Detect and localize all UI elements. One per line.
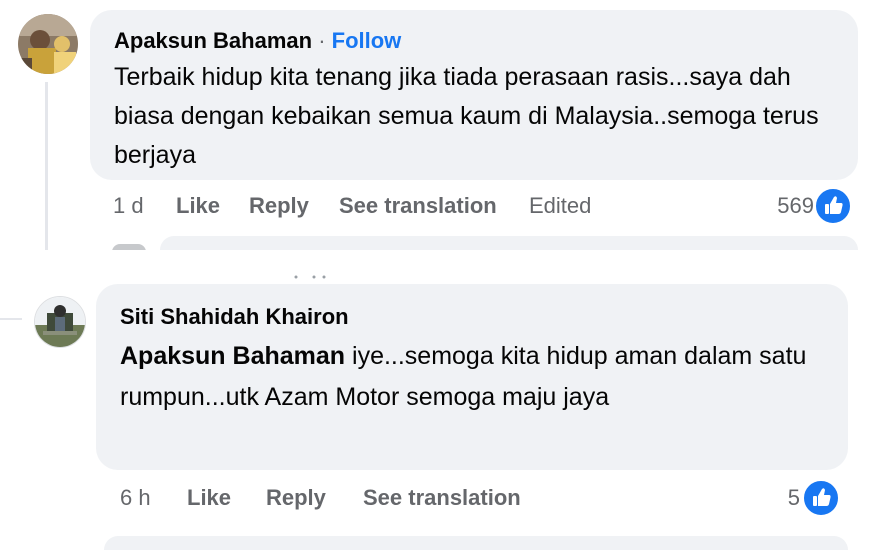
edited-label: Edited xyxy=(529,193,592,218)
comment-time[interactable]: 6 h xyxy=(120,485,151,511)
comment-text: Apaksun Bahaman iye...semoga kita hidup … xyxy=(120,336,836,418)
comment-actions: 6 h Like Reply See translation 5 xyxy=(0,479,874,517)
comment-text: Terbaik hidup kita tenang jika tiada per… xyxy=(114,63,819,169)
thumbs-up-icon xyxy=(814,187,852,225)
thread-line xyxy=(45,82,48,250)
comment-actions: 1 d Like Reply See translation Edited 56… xyxy=(0,187,874,225)
comment-author[interactable]: Apaksun Bahaman xyxy=(114,28,312,53)
next-comment-preview xyxy=(104,536,848,550)
reaction-count[interactable]: 5 xyxy=(770,485,800,511)
thread-connector xyxy=(0,318,22,320)
crop-dots xyxy=(294,266,334,279)
reply-preview-bubble xyxy=(160,236,858,250)
separator: · xyxy=(318,28,326,53)
reply-button[interactable]: Reply xyxy=(266,485,326,511)
like-button[interactable]: Like xyxy=(176,193,220,219)
comment-author[interactable]: Siti Shahidah Khairon xyxy=(120,304,349,330)
reply-button[interactable]: Reply xyxy=(249,193,309,219)
avatar-apaksun[interactable] xyxy=(18,14,78,74)
comment-bubble: Siti Shahidah Khairon Apaksun Bahaman iy… xyxy=(96,284,848,470)
see-translation-button[interactable]: See translation xyxy=(339,193,497,219)
like-button[interactable]: Like xyxy=(187,485,231,511)
crop-separator xyxy=(0,250,874,270)
mention-link[interactable]: Apaksun Bahaman xyxy=(120,342,345,370)
see-translation-button[interactable]: See translation xyxy=(363,485,521,511)
comment-time[interactable]: 1 d xyxy=(113,193,144,219)
avatar-siti[interactable] xyxy=(34,296,86,348)
comment-bubble: Apaksun Bahaman · Follow Terbaik hidup k… xyxy=(90,10,858,180)
reaction-count[interactable]: 569 xyxy=(760,193,814,219)
thumbs-up-icon xyxy=(802,479,840,517)
follow-button[interactable]: Follow xyxy=(332,28,402,53)
